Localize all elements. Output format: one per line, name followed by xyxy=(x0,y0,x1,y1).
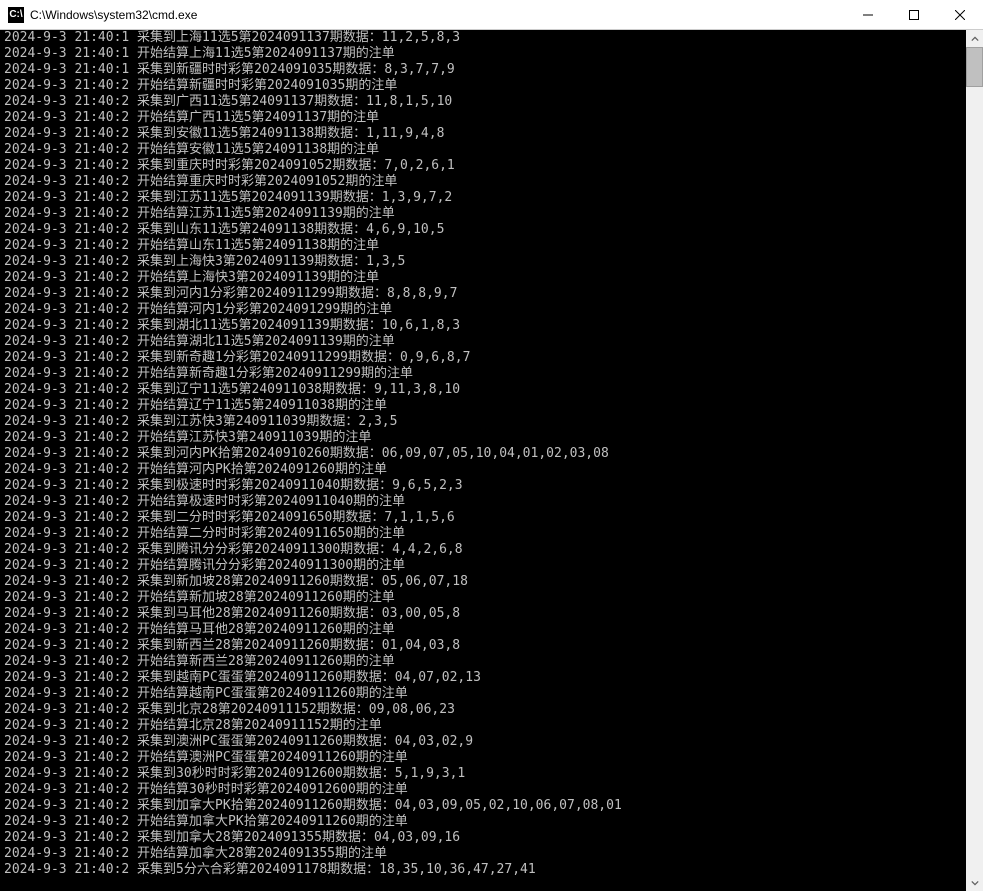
terminal-line: 2024-9-3 21:40:2 开始结算湖北11选5第2024091139期的… xyxy=(4,334,966,350)
terminal-line: 2024-9-3 21:40:2 开始结算辽宁11选5第240911038期的注… xyxy=(4,398,966,414)
window-title: C:\Windows\system32\cmd.exe xyxy=(30,8,845,22)
terminal-line: 2024-9-3 21:40:2 采集到广西11选5第24091137期数据：1… xyxy=(4,94,966,110)
terminal-line: 2024-9-3 21:40:2 开始结算重庆时时彩第2024091052期的注… xyxy=(4,174,966,190)
scroll-thumb[interactable] xyxy=(966,47,983,87)
terminal-line: 2024-9-3 21:40:2 开始结算新奇趣1分彩第20240911299期… xyxy=(4,366,966,382)
terminal-line: 2024-9-3 21:40:2 采集到安徽11选5第24091138期数据：1… xyxy=(4,126,966,142)
terminal-line: 2024-9-3 21:40:2 采集到加拿大PK拾第20240911260期数… xyxy=(4,798,966,814)
terminal-line: 2024-9-3 21:40:2 开始结算河内1分彩第2024091299期的注… xyxy=(4,302,966,318)
terminal-line: 2024-9-3 21:40:2 采集到江苏快3第240911039期数据：2,… xyxy=(4,414,966,430)
terminal-line: 2024-9-3 21:40:2 开始结算加拿大PK拾第20240911260期… xyxy=(4,814,966,830)
terminal-line: 2024-9-3 21:40:2 开始结算江苏11选5第2024091139期的… xyxy=(4,206,966,222)
terminal-line: 2024-9-3 21:40:2 开始结算新疆时时彩第2024091035期的注… xyxy=(4,78,966,94)
terminal-line: 2024-9-3 21:40:2 采集到上海快3第2024091139期数据：1… xyxy=(4,254,966,270)
terminal-line: 2024-9-3 21:40:2 开始结算马耳他28第20240911260期的… xyxy=(4,622,966,638)
terminal-line: 2024-9-3 21:40:2 开始结算极速时时彩第20240911040期的… xyxy=(4,494,966,510)
terminal-line: 2024-9-3 21:40:2 采集到山东11选5第24091138期数据：4… xyxy=(4,222,966,238)
terminal-line: 2024-9-3 21:40:1 开始结算上海11选5第2024091137期的… xyxy=(4,46,966,62)
cmd-icon: C:\ xyxy=(8,7,24,23)
minimize-button[interactable] xyxy=(845,0,891,29)
terminal-line: 2024-9-3 21:40:2 采集到澳洲PC蛋蛋第20240911260期数… xyxy=(4,734,966,750)
terminal-line: 2024-9-3 21:40:2 采集到新西兰28第20240911260期数据… xyxy=(4,638,966,654)
terminal-line: 2024-9-3 21:40:2 开始结算上海快3第2024091139期的注单 xyxy=(4,270,966,286)
terminal-line: 2024-9-3 21:40:2 采集到加拿大28第2024091355期数据：… xyxy=(4,830,966,846)
terminal-line: 2024-9-3 21:40:2 采集到30秒时时彩第20240912600期数… xyxy=(4,766,966,782)
terminal-line: 2024-9-3 21:40:2 采集到极速时时彩第20240911040期数据… xyxy=(4,478,966,494)
terminal-output[interactable]: 2024-9-3 21:40:1 采集到上海11选5第2024091137期数据… xyxy=(0,30,966,891)
terminal-line: 2024-9-3 21:40:2 采集到5分六合彩第2024091178期数据：… xyxy=(4,862,966,878)
scroll-track[interactable] xyxy=(966,47,983,874)
terminal-line: 2024-9-3 21:40:2 采集到新加坡28第20240911260期数据… xyxy=(4,574,966,590)
terminal-line: 2024-9-3 21:40:2 开始结算30秒时时彩第20240912600期… xyxy=(4,782,966,798)
terminal-line: 2024-9-3 21:40:2 开始结算加拿大28第2024091355期的注… xyxy=(4,846,966,862)
window-controls xyxy=(845,0,983,29)
vertical-scrollbar[interactable] xyxy=(966,30,983,891)
terminal-line: 2024-9-3 21:40:2 采集到新奇趣1分彩第20240911299期数… xyxy=(4,350,966,366)
close-button[interactable] xyxy=(937,0,983,29)
terminal-line: 2024-9-3 21:40:2 采集到江苏11选5第2024091139期数据… xyxy=(4,190,966,206)
chevron-down-icon xyxy=(971,879,979,887)
terminal-line: 2024-9-3 21:40:2 采集到河内1分彩第20240911299期数据… xyxy=(4,286,966,302)
terminal-line: 2024-9-3 21:40:1 采集到上海11选5第2024091137期数据… xyxy=(4,30,966,46)
maximize-button[interactable] xyxy=(891,0,937,29)
terminal-line: 2024-9-3 21:40:2 开始结算北京28第20240911152期的注… xyxy=(4,718,966,734)
terminal-line: 2024-9-3 21:40:1 采集到新疆时时彩第2024091035期数据：… xyxy=(4,62,966,78)
terminal-line: 2024-9-3 21:40:2 开始结算安徽11选5第24091138期的注单 xyxy=(4,142,966,158)
terminal-line: 2024-9-3 21:40:2 开始结算澳洲PC蛋蛋第20240911260期… xyxy=(4,750,966,766)
terminal-line: 2024-9-3 21:40:2 开始结算二分时时彩第20240911650期的… xyxy=(4,526,966,542)
close-icon xyxy=(955,10,965,20)
maximize-icon xyxy=(909,10,919,20)
chevron-up-icon xyxy=(971,35,979,43)
scroll-down-button[interactable] xyxy=(966,874,983,891)
scroll-up-button[interactable] xyxy=(966,30,983,47)
terminal-line: 2024-9-3 21:40:2 采集到腾讯分分彩第20240911300期数据… xyxy=(4,542,966,558)
terminal-line: 2024-9-3 21:40:2 开始结算腾讯分分彩第20240911300期的… xyxy=(4,558,966,574)
terminal-line: 2024-9-3 21:40:2 采集到北京28第20240911152期数据：… xyxy=(4,702,966,718)
title-bar[interactable]: C:\ C:\Windows\system32\cmd.exe xyxy=(0,0,983,30)
terminal-line: 2024-9-3 21:40:2 采集到越南PC蛋蛋第20240911260期数… xyxy=(4,670,966,686)
terminal-line: 2024-9-3 21:40:2 采集到二分时时彩第2024091650期数据：… xyxy=(4,510,966,526)
terminal-line: 2024-9-3 21:40:2 开始结算新加坡28第20240911260期的… xyxy=(4,590,966,606)
terminal-line: 2024-9-3 21:40:2 开始结算越南PC蛋蛋第20240911260期… xyxy=(4,686,966,702)
terminal-line: 2024-9-3 21:40:2 采集到河内PK拾第20240910260期数据… xyxy=(4,446,966,462)
terminal-line: 2024-9-3 21:40:2 开始结算新西兰28第20240911260期的… xyxy=(4,654,966,670)
cmd-window: C:\ C:\Windows\system32\cmd.exe 2024-9-3… xyxy=(0,0,983,891)
terminal-line: 2024-9-3 21:40:2 开始结算广西11选5第24091137期的注单 xyxy=(4,110,966,126)
terminal-line: 2024-9-3 21:40:2 采集到重庆时时彩第2024091052期数据：… xyxy=(4,158,966,174)
terminal-line: 2024-9-3 21:40:2 采集到湖北11选5第2024091139期数据… xyxy=(4,318,966,334)
content-area: 2024-9-3 21:40:1 采集到上海11选5第2024091137期数据… xyxy=(0,30,983,891)
terminal-line: 2024-9-3 21:40:2 开始结算山东11选5第24091138期的注单 xyxy=(4,238,966,254)
minimize-icon xyxy=(863,10,873,20)
terminal-line: 2024-9-3 21:40:2 开始结算江苏快3第240911039期的注单 xyxy=(4,430,966,446)
terminal-line: 2024-9-3 21:40:2 采集到辽宁11选5第240911038期数据：… xyxy=(4,382,966,398)
terminal-line: 2024-9-3 21:40:2 采集到马耳他28第20240911260期数据… xyxy=(4,606,966,622)
terminal-line: 2024-9-3 21:40:2 开始结算河内PK拾第2024091260期的注… xyxy=(4,462,966,478)
